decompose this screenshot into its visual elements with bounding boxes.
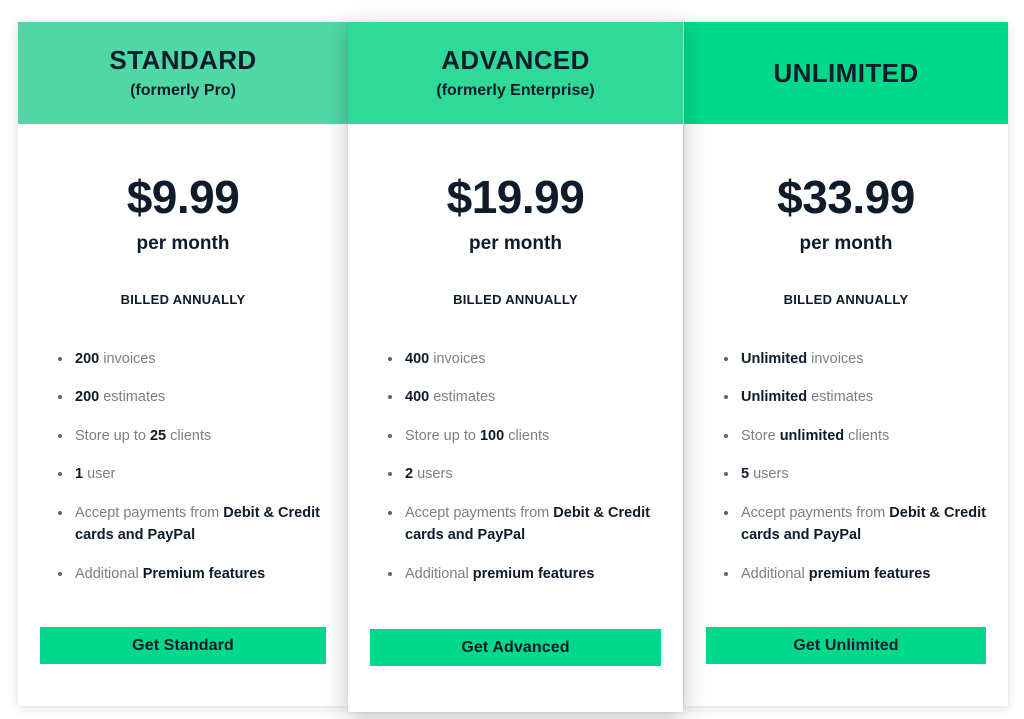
pricing-table: STANDARD (formerly Pro) $9.99 per month … (0, 0, 1024, 719)
feature-text: invoices (99, 351, 156, 367)
feature-list-advanced: 400 invoices 400 estimates Store up to 100… (370, 348, 661, 601)
card-header-advanced: ADVANCED (formerly Enterprise) (348, 22, 683, 124)
price-unlimited: $33.99 (777, 171, 915, 223)
feature-emphasis: 100 (479, 427, 505, 444)
get-unlimited-button[interactable]: Get Unlimited (706, 627, 986, 664)
feature-text: Store (741, 427, 780, 444)
plan-former-name-standard: (formerly Pro) (130, 82, 236, 99)
plan-name-unlimited: UNLIMITED (773, 57, 919, 88)
card-body-standard: $9.99 per month BILLED ANNUALLY 200 invo… (18, 124, 348, 627)
card-body-unlimited: $33.99 per month BILLED ANNUALLY Unlimit… (684, 124, 1008, 627)
price-standard: $9.99 (126, 171, 240, 223)
feature-item: 200 estimates (58, 386, 326, 408)
feature-text: invoices (429, 351, 486, 367)
get-standard-button[interactable]: Get Standard (40, 627, 326, 664)
feature-emphasis: Unlimited (741, 389, 808, 406)
price-period-standard: per month (136, 233, 230, 254)
feature-text: Additional (75, 565, 143, 582)
feature-text: Accept payments from (75, 504, 224, 521)
feature-item: Accept payments from Debit & Credit card… (724, 502, 986, 547)
feature-list-standard: 200 invoices 200 estimates Store up to 25 … (40, 348, 326, 601)
feature-emphasis: 1 (75, 466, 84, 483)
feature-text: user (83, 466, 116, 483)
feature-emphasis: Premium features (142, 565, 266, 582)
feature-text: clients (504, 427, 550, 444)
feature-item: 5 users (724, 463, 986, 485)
get-advanced-button[interactable]: Get Advanced (370, 629, 661, 666)
cta-container-advanced: Get Advanced (348, 629, 683, 712)
feature-emphasis: 400 (405, 389, 430, 406)
feature-item: 1 user (58, 463, 326, 485)
feature-list-unlimited: Unlimited invoices Unlimited estimates Sto… (706, 348, 986, 601)
feature-emphasis: 400 (405, 351, 430, 367)
feature-item: Store up to 100 clients (388, 425, 661, 447)
feature-text: estimates (99, 389, 166, 406)
feature-item: Store up to 25 clients (58, 425, 326, 447)
feature-text: Accept payments from (405, 504, 554, 521)
feature-emphasis: 200 (75, 389, 100, 406)
feature-item: Unlimited estimates (724, 386, 986, 408)
price-period-unlimited: per month (799, 233, 893, 254)
feature-item: Additional Premium features (58, 563, 326, 585)
feature-item: 400 invoices (388, 348, 661, 370)
card-header-standard: STANDARD (formerly Pro) (18, 22, 348, 124)
feature-text: Store up to (75, 427, 150, 444)
price-period-advanced: per month (469, 233, 562, 254)
price-advanced: $19.99 (446, 171, 585, 223)
feature-text: clients (166, 427, 212, 444)
billing-note-unlimited: BILLED ANNUALLY (783, 292, 909, 307)
feature-text: estimates (429, 389, 496, 406)
feature-item: 200 invoices (58, 348, 326, 370)
feature-text: Additional (741, 565, 809, 582)
feature-text: Store up to (405, 427, 480, 444)
pricing-card-standard: STANDARD (formerly Pro) $9.99 per month … (18, 22, 348, 706)
feature-text: users (749, 466, 789, 483)
feature-emphasis: premium features (808, 565, 931, 582)
plan-name-advanced: ADVANCED (441, 45, 590, 76)
feature-text: clients (844, 427, 890, 444)
cta-container-standard: Get Standard (18, 627, 348, 706)
feature-text: estimates (807, 389, 874, 406)
plan-name-standard: STANDARD (109, 45, 257, 76)
pricing-card-advanced: ADVANCED (formerly Enterprise) $19.99 pe… (348, 22, 683, 712)
billing-note-standard: BILLED ANNUALLY (120, 292, 246, 307)
feature-emphasis: Unlimited (741, 351, 808, 367)
billing-note-advanced: BILLED ANNUALLY (453, 292, 578, 307)
feature-emphasis: 2 (405, 466, 414, 483)
feature-text: users (413, 466, 453, 483)
card-header-unlimited: UNLIMITED (684, 22, 1008, 124)
feature-emphasis: 25 (149, 427, 167, 444)
feature-item: 400 estimates (388, 386, 661, 408)
feature-emphasis: 200 (75, 351, 100, 367)
feature-item: Additional premium features (388, 563, 661, 585)
feature-text: invoices (807, 351, 864, 367)
feature-emphasis: unlimited (779, 427, 845, 444)
card-body-advanced: $19.99 per month BILLED ANNUALLY 400 inv… (348, 124, 683, 629)
feature-item: 2 users (388, 463, 661, 485)
feature-text: Additional (405, 565, 473, 582)
pricing-card-unlimited: UNLIMITED $33.99 per month BILLED ANNUAL… (684, 22, 1008, 706)
feature-item: Accept payments from Debit & Credit card… (388, 502, 661, 547)
feature-emphasis: 5 (741, 466, 750, 483)
plan-former-name-advanced: (formerly Enterprise) (436, 82, 595, 99)
feature-emphasis: premium features (472, 565, 595, 582)
feature-text: Accept payments from (741, 504, 890, 521)
feature-item: Store unlimited clients (724, 425, 986, 447)
feature-item: Additional premium features (724, 563, 986, 585)
cta-container-unlimited: Get Unlimited (684, 627, 1008, 706)
feature-item: Unlimited invoices (724, 348, 986, 370)
feature-item: Accept payments from Debit & Credit card… (58, 502, 326, 547)
